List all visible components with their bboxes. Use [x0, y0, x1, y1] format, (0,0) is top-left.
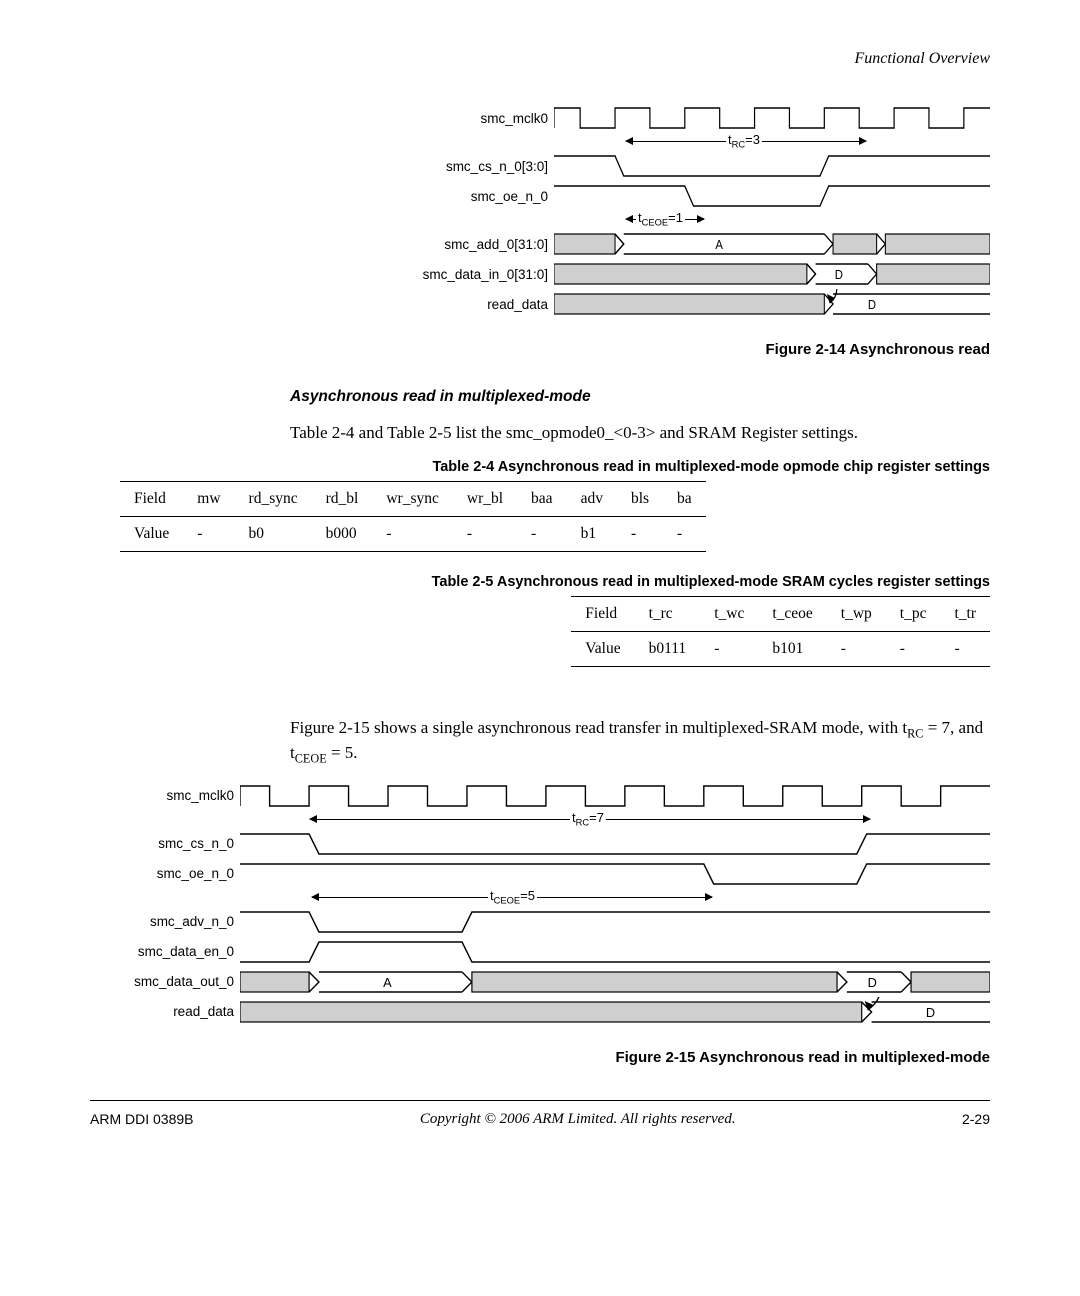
table-cell: Field: [571, 596, 634, 631]
table-cell: t_wp: [827, 596, 886, 631]
annot-trc-sub: RC: [576, 817, 590, 827]
running-header: Functional Overview: [90, 50, 990, 68]
table-cell: -: [453, 516, 517, 551]
page-footer: ARM DDI 0389B Copyright © 2006 ARM Limit…: [90, 1100, 990, 1128]
table-2-4: Field mw rd_sync rd_bl wr_sync wr_bl baa…: [120, 481, 706, 552]
figure-2-14: smc_mclk0 tRC=3 smc_cs_n_0[3:0] smc_oe_n…: [390, 103, 990, 319]
table-cell: b0111: [635, 631, 701, 666]
table-cell: b0: [235, 516, 312, 551]
table-cell: Value: [571, 631, 634, 666]
signal-label: smc_data_in_0[31:0]: [390, 267, 554, 282]
svg-text:D: D: [868, 975, 877, 990]
annot-tceoe-sub: CEOE: [642, 218, 668, 228]
table-cell: -: [517, 516, 567, 551]
table-cell: -: [886, 631, 941, 666]
table-cell: -: [663, 516, 706, 551]
svg-text:A: A: [383, 975, 392, 990]
figure-caption: Figure 2-14 Asynchronous read: [90, 341, 990, 358]
signal-label: smc_cs_n_0: [90, 836, 240, 851]
body-text: Table 2-4 and Table 2-5 list the smc_opm…: [290, 422, 990, 445]
svg-text:D: D: [926, 1005, 935, 1020]
signal-label: smc_data_en_0: [90, 944, 240, 959]
footer-left: ARM DDI 0389B: [90, 1111, 193, 1128]
table-cell: b101: [758, 631, 826, 666]
table-cell: -: [827, 631, 886, 666]
signal-label: smc_data_out_0: [90, 974, 240, 989]
table-caption: Table 2-4 Asynchronous read in multiplex…: [90, 459, 990, 475]
table-cell: rd_bl: [312, 481, 373, 516]
annot-trc-val: =3: [745, 132, 760, 147]
footer-center: Copyright © 2006 ARM Limited. All rights…: [420, 1111, 736, 1128]
table-cell: t_rc: [635, 596, 701, 631]
signal-label: read_data: [90, 1004, 240, 1019]
table-cell: -: [183, 516, 234, 551]
body-text: Figure 2-15 shows a single asynchronous …: [290, 717, 990, 767]
svg-text:A: A: [715, 237, 723, 252]
table-cell: t_pc: [886, 596, 941, 631]
figure-2-15: smc_mclk0 tRC=7 smc_cs_n_0 smc_oe_n_0: [90, 781, 990, 1027]
table-cell: baa: [517, 481, 567, 516]
annot-trc-val: =7: [589, 810, 604, 825]
signal-label: smc_add_0[31:0]: [390, 237, 554, 252]
annot-trc-sub: RC: [732, 140, 746, 150]
table-cell: Field: [120, 481, 183, 516]
annot-tceoe-sub: CEOE: [494, 895, 520, 905]
table-cell: -: [372, 516, 453, 551]
table-cell: t_wc: [700, 596, 758, 631]
table-cell: b000: [312, 516, 373, 551]
table-cell: t_ceoe: [758, 596, 826, 631]
signal-label: smc_oe_n_0: [390, 189, 554, 204]
annot-tceoe-val: =1: [668, 210, 683, 225]
table-cell: mw: [183, 481, 234, 516]
table-cell: bls: [617, 481, 663, 516]
figure-caption: Figure 2-15 Asynchronous read in multipl…: [90, 1049, 990, 1066]
table-cell: ba: [663, 481, 706, 516]
table-caption: Table 2-5 Asynchronous read in multiplex…: [90, 574, 990, 590]
signal-label: smc_mclk0: [390, 111, 554, 126]
signal-label: smc_adv_n_0: [90, 914, 240, 929]
svg-text:D: D: [868, 297, 876, 312]
table-cell: Value: [120, 516, 183, 551]
table-cell: -: [940, 631, 990, 666]
table-cell: wr_sync: [372, 481, 453, 516]
table-cell: wr_bl: [453, 481, 517, 516]
table-2-5: Field t_rc t_wc t_ceoe t_wp t_pc t_tr Va…: [571, 596, 990, 667]
signal-label: smc_cs_n_0[3:0]: [390, 159, 554, 174]
table-cell: adv: [567, 481, 617, 516]
table-cell: rd_sync: [235, 481, 312, 516]
subheading: Asynchronous read in multiplexed-mode: [290, 388, 990, 406]
table-cell: -: [700, 631, 758, 666]
annot-tceoe-val: =5: [520, 888, 535, 903]
signal-label: smc_mclk0: [90, 788, 240, 803]
signal-label: read_data: [390, 297, 554, 312]
table-cell: t_tr: [940, 596, 990, 631]
table-cell: -: [617, 516, 663, 551]
svg-text:D: D: [835, 267, 843, 282]
signal-label: smc_oe_n_0: [90, 866, 240, 881]
table-cell: b1: [567, 516, 617, 551]
footer-right: 2-29: [962, 1111, 990, 1128]
